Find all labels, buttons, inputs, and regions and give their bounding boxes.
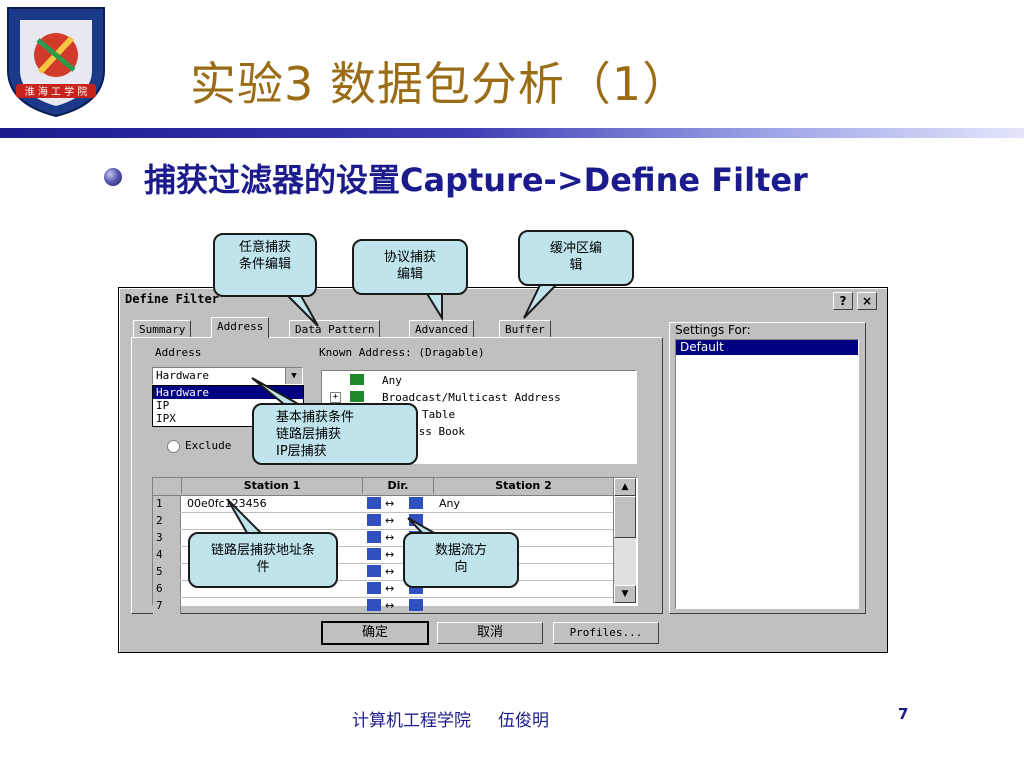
exclude-radio[interactable] [167,440,180,453]
exclude-label: Exclude [185,439,232,452]
computer-icon [367,565,381,577]
station1-cell[interactable] [187,598,359,614]
settings-item-default[interactable]: Default [676,340,858,355]
bullet-text: 捕获过滤器的设置Capture->Define Filter [144,161,808,199]
address-type-value: Hardware [156,369,209,382]
callout-protocol: 协议捕获编辑 [352,239,468,295]
university-seal-icon: 淮 海 工 学 院 [7,7,105,118]
bullet-icon [104,168,122,186]
direction-arrow-icon: ↔ [385,531,395,544]
scroll-down-icon[interactable]: ▼ [614,585,636,603]
direction-arrow-icon: ↔ [385,599,395,612]
table-row[interactable]: 1 00e0fc123456 ↔ Any [153,496,613,513]
direction-cell[interactable]: ↔ [363,598,433,614]
direction-cell[interactable]: ↔ [363,496,433,512]
scroll-thumb[interactable] [614,496,636,538]
computer-icon [367,514,381,526]
direction-arrow-icon: ↔ [385,565,395,578]
computer-icon [367,497,381,509]
direction-cell[interactable]: ↔ [363,513,433,529]
known-item-table[interactable]: Table [422,408,455,421]
footer-text: 计算机工程学院 伍俊明 [352,711,550,731]
direction-arrow-icon: ↔ [385,514,395,527]
callout-basic: 基本捕获条件 链路层捕获 IP层捕获 [252,403,418,465]
callout-buffer: 缓冲区编辑 [518,230,634,286]
svg-text:淮 海 工 学 院: 淮 海 工 学 院 [25,85,88,98]
row-number: 4 [153,547,181,563]
tab-summary[interactable]: Summary [133,320,192,338]
row-number: 2 [153,513,181,529]
network-icon [350,391,364,402]
computer-icon [367,582,381,594]
header-station2[interactable]: Station 2 [434,478,613,494]
cancel-button[interactable]: 取消 [437,622,543,644]
row-number: 1 [153,496,181,512]
computer-icon [409,514,423,526]
callout-basic-line1: 基本捕获条件 [276,410,355,425]
row-number: 6 [153,581,181,597]
callout-basic-line3: IP层捕获 [276,444,327,459]
tab-buffer[interactable]: Buffer [499,320,551,338]
station1-cell[interactable] [187,513,359,529]
direction-arrow-icon: ↔ [385,582,395,595]
known-item-any[interactable]: Any [382,374,402,387]
station2-cell[interactable] [439,513,609,529]
header-dir[interactable]: Dir. [363,478,434,494]
address-label: Address [155,346,202,359]
close-button[interactable]: × [857,292,877,310]
settings-for-label: Settings For: [675,323,751,337]
row-number: 7 [153,598,181,614]
header-station1[interactable]: Station 1 [182,478,363,494]
computer-icon [367,548,381,560]
known-address-label: Known Address: (Dragable) [319,346,485,359]
computer-icon [367,531,381,543]
station2-cell[interactable]: Any [439,496,609,512]
direction-arrow-icon: ↔ [385,497,395,510]
station2-cell[interactable] [439,598,609,614]
table-row[interactable]: 7 ↔ [153,598,613,615]
ok-button[interactable]: 确定 [321,621,429,645]
address-type-combo[interactable]: Hardware ▼ [152,367,303,385]
callout-basic-line2: 链路层捕获 [276,427,342,442]
grid-header: Station 1 Dir. Station 2 [153,478,613,496]
computer-icon [367,599,381,611]
row-number: 5 [153,564,181,580]
profiles-button[interactable]: Profiles... [553,622,659,644]
direction-arrow-icon: ↔ [385,548,395,561]
callout-data-flow: 数据流方向 [403,532,519,588]
dialog-title: Define Filter [125,292,219,306]
tab-advanced[interactable]: Advanced [409,320,474,338]
table-row[interactable]: 2 ↔ [153,513,613,530]
slide-title: 实验3 数据包分析（1） [190,57,690,111]
tab-data-pattern[interactable]: Data Pattern [289,320,381,338]
chevron-down-icon[interactable]: ▼ [285,368,302,384]
network-icon [350,374,364,385]
station1-cell[interactable]: 00e0fc123456 [187,496,359,512]
page-number: 7 [898,705,909,723]
grid-scrollbar[interactable]: ▲ ▼ [613,478,636,603]
row-number: 3 [153,530,181,546]
help-button[interactable]: ? [833,292,853,310]
known-item-address-book[interactable]: ess Book [412,425,465,438]
callout-link-address: 链路层捕获地址条件 [188,532,338,588]
title-divider [0,128,1024,138]
callout-any-capture: 任意捕获条件编辑 [213,233,317,297]
expand-icon[interactable]: + [330,392,341,403]
computer-icon [409,497,423,509]
define-filter-dialog: Define Filter ? × Summary Address Data P… [118,287,888,653]
tab-address[interactable]: Address [211,317,270,338]
settings-list[interactable]: Default [675,339,859,609]
dropdown-option-hardware[interactable]: Hardware [153,386,303,399]
scroll-up-icon[interactable]: ▲ [614,478,636,496]
computer-icon [409,599,423,611]
